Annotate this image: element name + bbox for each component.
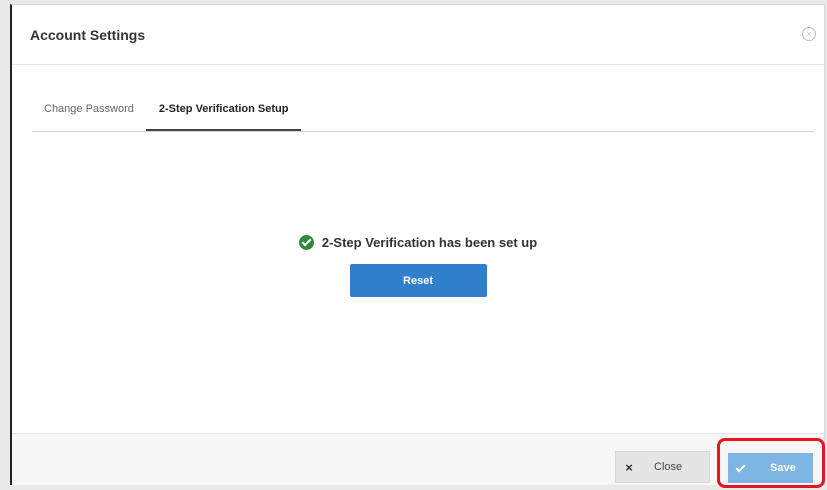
dialog-header: Account Settings × [12,5,824,65]
tab-2-step-verification-setup[interactable]: 2-Step Verification Setup [145,95,302,131]
x-icon: × [625,459,633,475]
save-button-highlight: Save [717,438,825,488]
dialog-footer: × Close Save [12,433,825,488]
check-icon [728,453,750,483]
tab-change-password[interactable]: Change Password [32,95,146,130]
verification-status-text: 2-Step Verification has been set up [321,235,538,250]
close-button[interactable]: × Close [615,451,710,483]
verification-status: 2-Step Verification has been set up [298,235,538,250]
check-circle-icon [298,235,314,250]
settings-tabs: Change Password 2-Step Verification Setu… [32,95,814,132]
reset-button[interactable]: Reset [349,264,487,297]
account-settings-dialog: Account Settings × Change Password 2-Ste… [10,4,825,488]
verification-content: 2-Step Verification has been set up Rese… [12,235,824,297]
close-button-label: Close [654,461,683,473]
save-button[interactable]: Save [728,453,813,483]
close-circle-icon[interactable]: × [802,27,816,41]
dialog-title: Account Settings [30,26,146,43]
save-button-label: Save [770,462,796,474]
